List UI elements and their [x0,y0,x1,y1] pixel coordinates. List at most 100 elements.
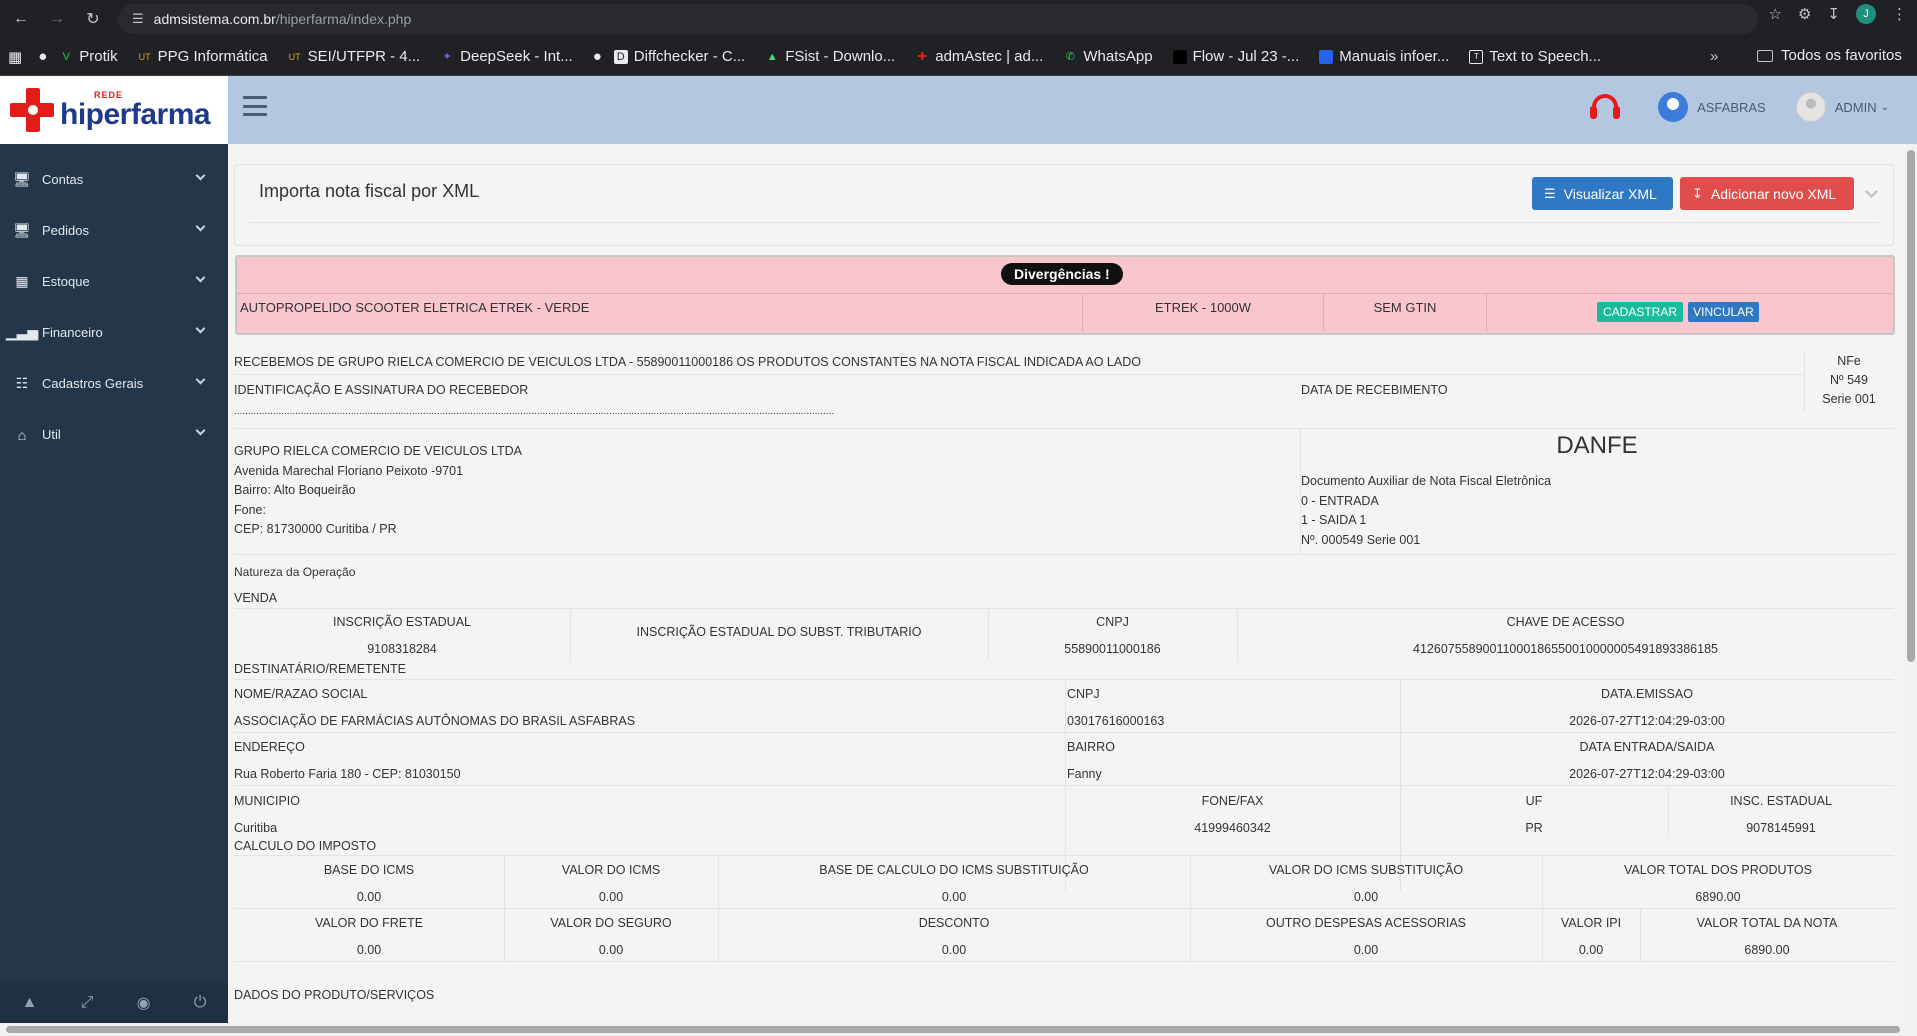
eye-slash-icon[interactable]: ◉ [137,993,151,1013]
logo-cross-icon [8,86,56,134]
chevron-down-icon [195,323,206,334]
org-menu[interactable]: ASFABRAS [1658,92,1766,122]
divergences-badge: Divergências ! [1001,263,1123,285]
tax-label: VALOR TOTAL DA NOTA [1696,916,1838,930]
entrada-type: 0 - ENTRADA [1301,493,1379,508]
forward-icon[interactable]: → [42,4,72,34]
view-xml-button[interactable]: ☰ Visualizar XML [1532,177,1673,210]
razao-label: NOME/RAZAO SOCIAL [234,687,368,701]
bookmark-item[interactable]: ▲ FSist - Downlo... [765,48,895,65]
bookmark-item[interactable]: ✚ admAstec | ad... [915,48,1044,65]
emitter-phone: Fone: [234,502,266,517]
vertical-scrollbar[interactable] [1905,144,1917,1023]
all-bookmarks[interactable]: Todos os favoritos [1757,47,1902,64]
ie-value: 9108318284 [367,642,437,656]
tax-label: VALOR DO FRETE [314,916,424,930]
link-button[interactable]: VINCULAR [1688,302,1759,322]
star-icon[interactable]: ☆ [1769,5,1782,23]
chevron-down-icon [195,170,206,181]
emissao-label: DATA.EMISSAO [1601,687,1693,701]
tax-value: 6890.00 [1695,890,1741,904]
tax-label: BASE DO ICMS [323,863,415,877]
tax-value: 0.00 [1353,943,1379,957]
power-icon[interactable]: ⏻ [194,994,207,1012]
imposto-label: CALCULO DO IMPOSTO [234,839,377,853]
horizontal-scrollbar[interactable] [0,1023,1917,1036]
address-bar[interactable]: ☰ admsistema.com.br/hiperfarma/index.php [118,4,1758,34]
bookmark-item[interactable]: V Protik [59,48,118,65]
nfe-serie: Serie 001 [1822,392,1876,406]
register-button[interactable]: CADASTRAR [1597,302,1683,322]
sidebar-item-contas[interactable]: 🖥 Contas [0,154,228,205]
user-avatar [1795,92,1826,122]
tax-value: 0.00 [1578,943,1604,957]
bookmark-item[interactable]: ✆ WhatsApp [1063,48,1153,65]
tax-label: VALOR DO ICMS [561,863,661,877]
natureza-label: Natureza da Operação [234,565,356,579]
receipt-text: RECEBEMOS DE GRUPO RIELCA COMERCIO DE VE… [234,355,1141,369]
settings-icon[interactable]: ▲ [22,994,38,1012]
bookmark-item[interactable]: Manuais infoer... [1319,48,1449,65]
sidebar-item-pedidos[interactable]: 🖥 Pedidos [0,205,228,256]
emitter-address: Avenida Marechal Floriano Peixoto -9701 [234,463,464,478]
sitemap-icon: ☷ [15,375,29,391]
site-info-icon[interactable]: ☰ [132,11,144,27]
main-content: Importa nota fiscal por XML ☰ Visualizar … [228,144,1905,1023]
bookmark-item[interactable]: ✦ DeepSeek - Int... [440,48,573,65]
globe-icon[interactable]: ● [38,48,47,65]
nfe-number: Nº 549 [1830,373,1868,387]
reload-icon[interactable]: ↻ [78,4,108,34]
insc-value: 9078145991 [1746,821,1816,835]
doc-number: Nº. 000549 Serie 001 [1301,532,1421,547]
sidebar-item-estoque[interactable]: ▦ Estoque [0,256,228,307]
bar-chart-icon: ▁▃▅ [5,324,39,340]
add-xml-button[interactable]: ↧ Adicionar novo XML [1680,177,1854,210]
page-title: Importa nota fiscal por XML [259,181,480,201]
bookmark-item[interactable]: UT PPG Informática [138,48,268,65]
sidebar-item-cadastros-gerais[interactable]: ☷ Cadastros Gerais [0,358,228,409]
logo[interactable]: REDE hiperfarma [0,76,228,144]
tax-label: DESCONTO [918,916,990,930]
import-panel: Importa nota fiscal por XML ☰ Visualizar … [234,164,1894,246]
ie-st-label: INSCRIÇÃO ESTADUAL DO SUBST. TRIBUTARIO [636,625,922,639]
nfe-label: NFe [1837,354,1861,368]
bookmark-item[interactable]: T Text to Speech... [1469,48,1601,65]
sidebar-item-financeiro[interactable]: ▁▃▅ Financeiro [0,307,228,358]
logo-brand: hiperfarma [60,97,211,131]
municipio-label: MUNICIPIO [234,794,300,808]
extensions-icon[interactable]: ⚙ [1798,5,1811,23]
hamburger-menu-icon[interactable] [243,96,267,116]
bookmarks-bar: ▦ ● V Protik UT PPG Informática UT SEI/UTFP… [0,38,1917,76]
headset-icon[interactable] [1590,92,1621,122]
emitter-name: GRUPO RIELCA COMERCIO DE VEICULOS LTDA [234,444,523,458]
chave-label: CHAVE DE ACESSO [1506,615,1625,629]
user-menu[interactable]: ADMIN ⌄ [1795,92,1889,122]
collapse-chevron-icon[interactable] [1865,185,1878,198]
folder-icon [1757,49,1773,62]
bookmark-item[interactable]: UT SEI/UTFPR - 4... [288,48,421,65]
monitor-icon: 🖥 [13,222,31,238]
divergence-gtin: SEM GTIN [1324,294,1487,332]
tax-value: 6890.00 [1744,943,1790,957]
saida-type: 1 - SAIDA 1 [1301,513,1367,527]
uf-label: UF [1525,794,1543,808]
chevron-down-icon [195,425,206,436]
tax-label: VALOR IPI [1560,916,1622,930]
tax-value: 0.00 [598,943,624,957]
dest-cnpj-label: CNPJ [1067,687,1100,701]
bookmark-item[interactable]: D Diffchecker - C... [613,48,745,65]
menu-icon[interactable]: ⋮ [1892,5,1907,23]
globe-icon[interactable]: ● [593,48,602,65]
fullscreen-icon[interactable]: ⤢ [81,994,94,1012]
download-icon[interactable]: ↧ [1827,5,1840,23]
more-bookmarks-icon[interactable]: » [1710,48,1718,65]
tax-label: VALOR DO ICMS SUBSTITUIÇÃO [1268,863,1464,877]
divergence-product: AUTOPROPELIDO SCOOTER ELETRICA ETREK - V… [237,294,1083,332]
profile-avatar[interactable]: J [1856,4,1876,24]
bookmark-item[interactable]: Flow - Jul 23 -... [1172,48,1299,65]
bairro-value: Fanny [1067,767,1102,781]
sidebar-item-util[interactable]: ⌂ Util [0,409,228,460]
tax-value: 0.00 [941,890,967,904]
apps-icon[interactable]: ▦ [8,48,22,66]
back-icon[interactable]: ← [6,4,36,34]
